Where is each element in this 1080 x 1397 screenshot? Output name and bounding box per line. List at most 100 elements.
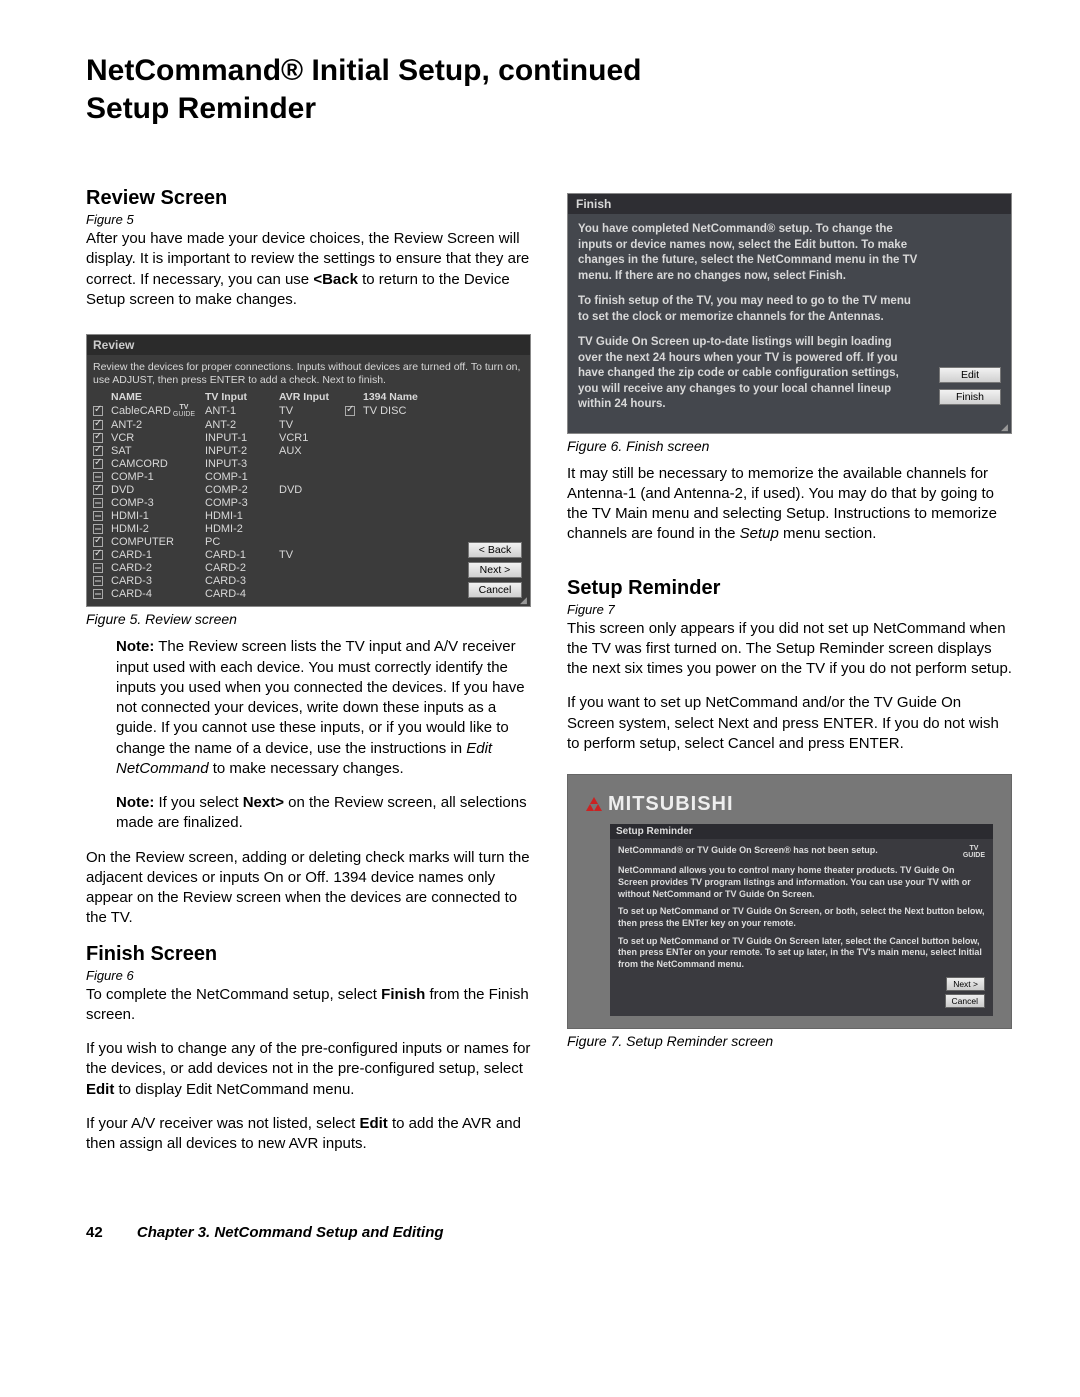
avr-input: TV — [279, 549, 341, 561]
avr-input: TV — [279, 419, 341, 431]
note2: Note: If you select Next> on the Review … — [116, 793, 531, 834]
tv-input: PC — [205, 536, 275, 548]
checkbox-icon — [93, 406, 103, 416]
device-name: CARD-1 — [111, 549, 201, 561]
checkbox-icon — [93, 485, 103, 495]
device-name: HDMI-1 — [111, 510, 201, 522]
tv-input: INPUT-2 — [205, 445, 275, 457]
note1: Note: The Review screen lists the TV inp… — [116, 637, 531, 779]
tv-input: CARD-3 — [205, 575, 275, 587]
device-name: CARD-2 — [111, 562, 201, 574]
avr-input: TV — [279, 405, 341, 417]
fig6-p2: To finish setup of the TV, you may need … — [578, 294, 918, 325]
setup-p1: This screen only appears if you did not … — [567, 619, 1012, 680]
checkbox-icon — [93, 511, 103, 521]
finish-p3: If your A/V receiver was not listed, sel… — [86, 1114, 531, 1155]
device-name: COMP-3 — [111, 497, 201, 509]
tv-input: HDMI-1 — [205, 510, 275, 522]
checkbox-icon — [93, 550, 103, 560]
tv-input: COMP-2 — [205, 484, 275, 496]
device-name: SAT — [111, 445, 201, 457]
review-heading: Review Screen — [86, 187, 531, 210]
resize-icon: ◢ — [520, 596, 528, 604]
tv-guide-icon: TVGUIDE — [963, 845, 985, 859]
figure5-caption: Figure 5. Review screen — [86, 611, 531, 627]
tv-input: CARD-2 — [205, 562, 275, 574]
right-column: Finish You have completed NetCommand® se… — [567, 187, 1012, 1168]
page-number: 42 — [86, 1224, 103, 1241]
fig7-p1: NetCommand® or TV Guide On Screen® has n… — [618, 845, 985, 859]
device-name: VCR — [111, 432, 201, 444]
fig5-next-button: Next > — [468, 562, 522, 578]
page-footer: 42 Chapter 3. NetCommand Setup and Editi… — [86, 1224, 1012, 1241]
figure7-caption: Figure 7. Setup Reminder screen — [567, 1033, 1012, 1049]
tv-input: HDMI-2 — [205, 523, 275, 535]
checkbox-icon — [93, 498, 103, 508]
device-name: CAMCORD — [111, 458, 201, 470]
fig5-back-button: < Back — [468, 542, 522, 558]
left-column: Review Screen Figure 5 After you have ma… — [86, 187, 531, 1168]
fig5-title: Review — [87, 335, 530, 355]
checkbox-icon — [93, 446, 103, 456]
device-name: COMP-1 — [111, 471, 201, 483]
fig6-p3: TV Guide On Screen up-to-date listings w… — [578, 335, 918, 413]
tv-input: ANT-2 — [205, 419, 275, 431]
tv-input: INPUT-3 — [205, 458, 275, 470]
finish-p1: To complete the NetCommand setup, select… — [86, 985, 531, 1026]
tv-input: ANT-1 — [205, 405, 275, 417]
fig6-finish-button: Finish — [939, 389, 1001, 405]
checkbox-icon — [93, 472, 103, 482]
figure7-setup-reminder-screenshot: MITSUBISHI Setup Reminder NetCommand® or… — [567, 774, 1012, 1029]
figure-ref: Figure 6 — [86, 968, 531, 983]
fig7-next-button: Next > — [946, 977, 985, 991]
col-name: NAME — [111, 391, 201, 403]
figure6-caption: Figure 6. Finish screen — [567, 438, 1012, 454]
device-name: CARD-3 — [111, 575, 201, 587]
device-name: DVD — [111, 484, 201, 496]
col-tvinput: TV Input — [205, 391, 275, 403]
tv-input: COMP-3 — [205, 497, 275, 509]
fig6-p1: You have completed NetCommand® setup. To… — [578, 222, 918, 284]
figure6-finish-screenshot: Finish You have completed NetCommand® se… — [567, 193, 1012, 434]
checkbox-icon — [93, 589, 103, 599]
setup-reminder-heading: Setup Reminder — [567, 577, 1012, 600]
resize-icon: ◢ — [1001, 423, 1009, 431]
checkbox-icon — [93, 420, 103, 430]
fig7-p3: To set up NetCommand or TV Guide On Scre… — [618, 906, 985, 929]
fig7-cancel-button: Cancel — [945, 994, 985, 1008]
chapter-label: Chapter 3. NetCommand Setup and Editing — [137, 1224, 444, 1241]
tv-input: COMP-1 — [205, 471, 275, 483]
checkbox-icon — [93, 576, 103, 586]
checkbox-icon — [93, 537, 103, 547]
device-name: CARD-4 — [111, 588, 201, 600]
fig5-cancel-button: Cancel — [468, 582, 522, 598]
page-title: NetCommand® Initial Setup, continued Set… — [86, 52, 1012, 127]
device-name: ANT-2 — [111, 419, 201, 431]
mitsubishi-logo: MITSUBISHI — [586, 793, 993, 816]
figure-ref: Figure 5 — [86, 212, 531, 227]
col-avrinput: AVR Input — [279, 391, 341, 403]
checkbox-icon — [93, 563, 103, 573]
setup-p2: If you want to set up NetCommand and/or … — [567, 693, 1012, 754]
tv-input: INPUT-1 — [205, 432, 275, 444]
mitsubishi-icon — [586, 797, 602, 813]
checkbox-icon — [93, 459, 103, 469]
avr-input: DVD — [279, 484, 341, 496]
avr-input: AUX — [279, 445, 341, 457]
checkbox-icon — [93, 524, 103, 534]
right-p1: It may still be necessary to memorize th… — [567, 464, 1012, 545]
tv-input: CARD-4 — [205, 588, 275, 600]
figure-ref: Figure 7 — [567, 602, 1012, 617]
device-name: COMPUTER — [111, 536, 201, 548]
col-1394: 1394 Name — [363, 391, 433, 403]
device-name: HDMI-2 — [111, 523, 201, 535]
review-paragraph: After you have made your device choices,… — [86, 229, 531, 310]
review-paragraph2: On the Review screen, adding or deleting… — [86, 848, 531, 929]
fig5-intro: Review the devices for proper connection… — [93, 361, 524, 387]
figure5-review-screenshot: Review Review the devices for proper con… — [86, 334, 531, 607]
tv-guide-icon: TVGUIDE — [173, 404, 195, 418]
checkbox-icon — [345, 406, 355, 416]
checkbox-icon — [93, 433, 103, 443]
fig7-title: Setup Reminder — [610, 824, 993, 839]
fig6-title: Finish — [568, 194, 1011, 214]
